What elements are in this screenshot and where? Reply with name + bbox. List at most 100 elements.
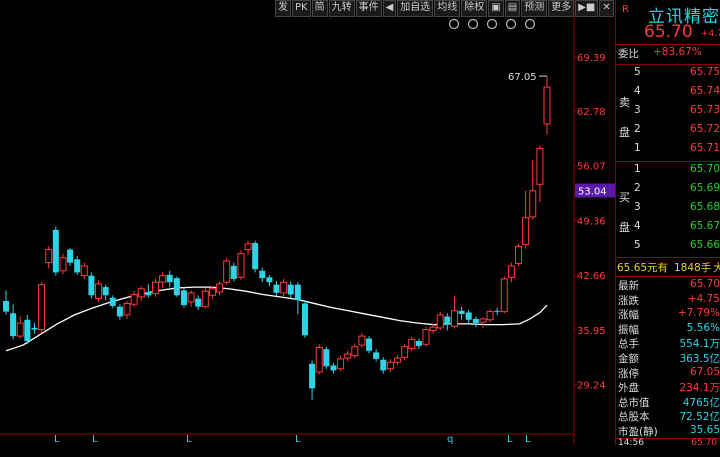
stat-row-value: 554.1万: [679, 338, 720, 351]
buy-level-value: 65.69: [689, 182, 720, 194]
divider: [616, 257, 720, 258]
candle-body: [309, 363, 316, 389]
kline-svg[interactable]: 69.39 62.78 56.07 49.36 42.66 35.95 29.24 53.04…: [0, 0, 615, 445]
candle-body: [244, 243, 252, 251]
candle-body: [123, 302, 131, 316]
y-tick-label: 69.39: [577, 53, 606, 64]
toolbar-button[interactable]: 更多: [548, 0, 575, 17]
quote-header: R 立讯精密 65.70 +4.75: [616, 0, 720, 45]
high-label: 67.05: [508, 72, 537, 83]
stat-row-value: 5.56%: [686, 321, 720, 334]
toolbar-button[interactable]: 预测: [521, 0, 548, 17]
buy-level: 5 65.66: [616, 239, 720, 258]
candle-body: [479, 318, 487, 323]
divider: [616, 276, 720, 277]
buy-level: 4 65.67: [616, 220, 720, 239]
x-marker: L: [507, 434, 513, 445]
candle-body: [59, 257, 67, 272]
kline-chart[interactable]: 69.39 62.78 56.07 49.36 42.66 35.95 29.24 53.04…: [0, 0, 615, 445]
tick-suffix: 大: [713, 262, 720, 274]
stat-row-value: 72.52亿: [679, 411, 720, 424]
candle-body: [230, 265, 237, 279]
x-marker: L: [525, 434, 531, 445]
sell-level: 1 65.71: [616, 142, 720, 161]
candle-body: [444, 316, 451, 325]
buy-level-value: 65.66: [689, 239, 720, 251]
candle-body: [151, 281, 159, 295]
candle-body: [366, 338, 373, 351]
candle-body: [358, 335, 366, 346]
toolbar-button[interactable]: 加自选: [397, 0, 434, 17]
weibi-row: 委比 +83.67%: [616, 46, 720, 65]
buy-level: 3 65.68: [616, 201, 720, 220]
candle-body: [344, 353, 352, 359]
candle-body: [109, 297, 116, 306]
stat-row-value: 234.1万: [679, 382, 720, 395]
weibi-value: +83.67%: [653, 46, 702, 58]
stat-row-label: 涨幅: [618, 309, 639, 322]
candle-body: [351, 346, 359, 357]
stat-row-label: 市盈(静): [618, 426, 658, 438]
sell-level-label: 1: [634, 142, 641, 154]
candle-body: [465, 312, 472, 320]
buy-level: 1 65.70: [616, 163, 720, 182]
toolbar-button[interactable]: ✕: [599, 0, 614, 17]
toolbar-button[interactable]: 九转: [328, 0, 355, 17]
candle-body: [31, 327, 38, 330]
toolbar-button[interactable]: PK: [292, 0, 311, 17]
candle-body: [337, 358, 345, 370]
x-marker: L: [92, 434, 98, 445]
buy-level-label: 5: [634, 239, 641, 251]
candle-body: [223, 260, 231, 283]
tick-volume: 1848手: [674, 262, 712, 274]
minus-circle-icon[interactable]: [486, 18, 498, 30]
x-marker: L: [186, 434, 192, 445]
x-marker: L: [295, 434, 301, 445]
back-icon[interactable]: [524, 18, 536, 30]
candle-body: [88, 275, 95, 296]
candle-body: [380, 359, 387, 371]
stock-code-badge: R: [622, 4, 629, 15]
candle-body: [408, 338, 416, 349]
toolbar-button[interactable]: ▣: [488, 0, 504, 17]
stat-row-label: 金额: [618, 353, 639, 365]
buy-level-label: 4: [634, 220, 641, 232]
stat-row-label: 总股本: [618, 411, 650, 424]
quote-panel: R 立讯精密 65.70 +4.75 委比 +83.67% 565.75465.…: [615, 0, 720, 448]
buy-level-value: 65.70: [689, 163, 720, 175]
candle-body: [301, 303, 308, 336]
sell-level-value: 65.75: [689, 66, 720, 78]
y-tick-label: 49.36: [577, 217, 606, 228]
candle-body: [187, 292, 195, 303]
buy-side-label: 买盘: [619, 191, 630, 234]
toolbar-button[interactable]: 发: [275, 0, 291, 17]
eye-icon[interactable]: [448, 18, 460, 30]
candle-body: [137, 288, 145, 298]
candle-body: [252, 243, 259, 270]
toolbar-button[interactable]: ◀: [382, 0, 397, 17]
sell-level: 3 65.73: [616, 104, 720, 123]
sell-level: 5 65.75: [616, 66, 720, 85]
candle-body: [394, 357, 402, 363]
sell-level-label: 3: [634, 104, 641, 116]
candle-body: [415, 340, 422, 346]
stat-row-label: 总手: [618, 338, 639, 351]
sell-level: 2 65.72: [616, 123, 720, 142]
toolbar-button[interactable]: ▤: [504, 0, 521, 17]
candle-body: [259, 270, 266, 279]
candle-body: [237, 253, 245, 278]
plus-circle-icon[interactable]: [505, 18, 517, 30]
bottom-price: 65.70: [691, 438, 717, 448]
candle-body: [507, 265, 515, 278]
sell-side-label: 卖盘: [619, 96, 630, 139]
toolbar-button[interactable]: 简: [311, 0, 328, 17]
toolbar-button[interactable]: 事件: [355, 0, 382, 17]
stat-row-value: +4.75: [687, 292, 720, 305]
toolbar-button[interactable]: 均线: [434, 0, 461, 17]
sell-level-label: 2: [634, 123, 641, 135]
candle-body: [67, 249, 74, 263]
toolbar-button[interactable]: ▶■: [575, 0, 599, 17]
stat-row-value: 67.05: [689, 365, 720, 378]
toolbar-button[interactable]: 除权: [461, 0, 488, 17]
circle-icon[interactable]: [467, 18, 479, 30]
